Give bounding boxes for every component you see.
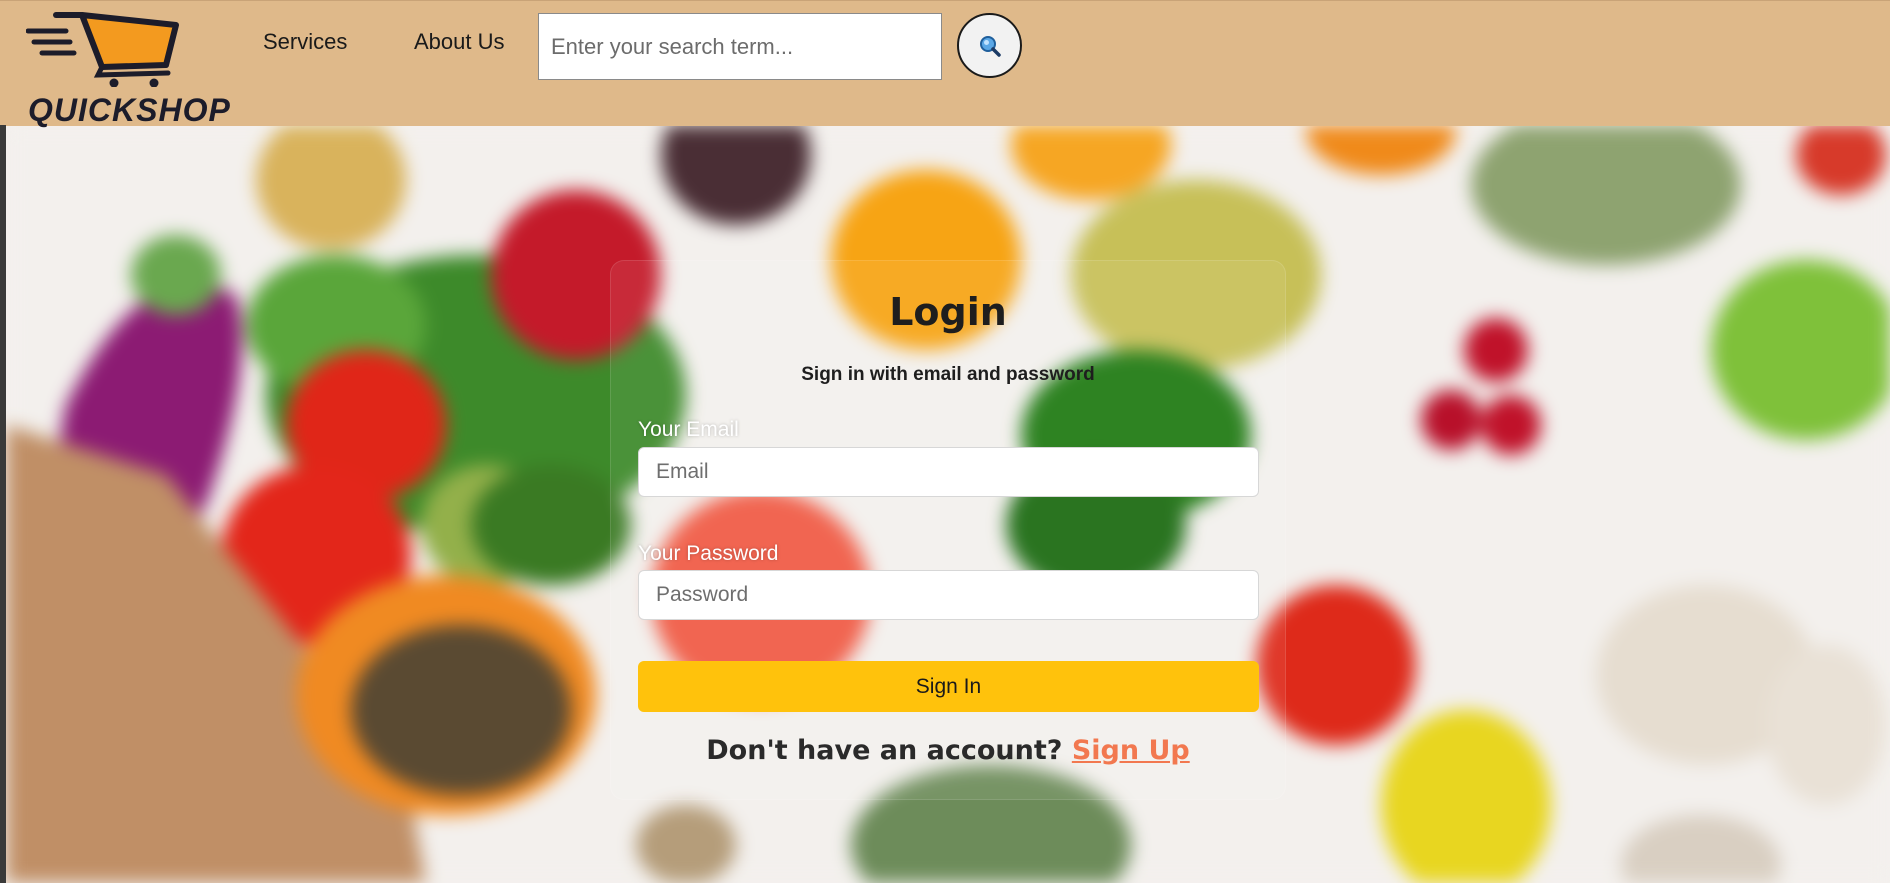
sign-in-button[interactable]: Sign In [638,661,1259,712]
email-label: Your Email [638,418,739,441]
login-subtitle: Sign in with email and password [801,364,1095,385]
logo[interactable]: QUICKSHOP [25,7,230,128]
login-card [610,260,1286,800]
signup-prompt: Don't have an account? Sign Up [0,735,1890,766]
login-title: Login [889,290,1007,334]
sign-up-link[interactable]: Sign Up [1072,735,1190,766]
search-input[interactable] [538,13,942,80]
search-button[interactable] [957,13,1022,78]
nav-services-link[interactable]: Services [263,29,347,55]
nav-about-link[interactable]: About Us [414,29,505,55]
navbar: QUICKSHOP Services About Us [0,0,1890,128]
window-left-edge [0,125,6,883]
no-account-text: Don't have an account? [706,735,1063,766]
page: QUICKSHOP Services About Us Enter your s… [0,0,1890,883]
shopping-cart-logo-icon [25,12,179,88]
search-icon [979,35,1001,57]
logo-text: QUICKSHOP [28,92,231,128]
password-field[interactable] [638,570,1259,620]
email-field[interactable] [638,447,1259,497]
password-label: Your Password [638,542,779,565]
